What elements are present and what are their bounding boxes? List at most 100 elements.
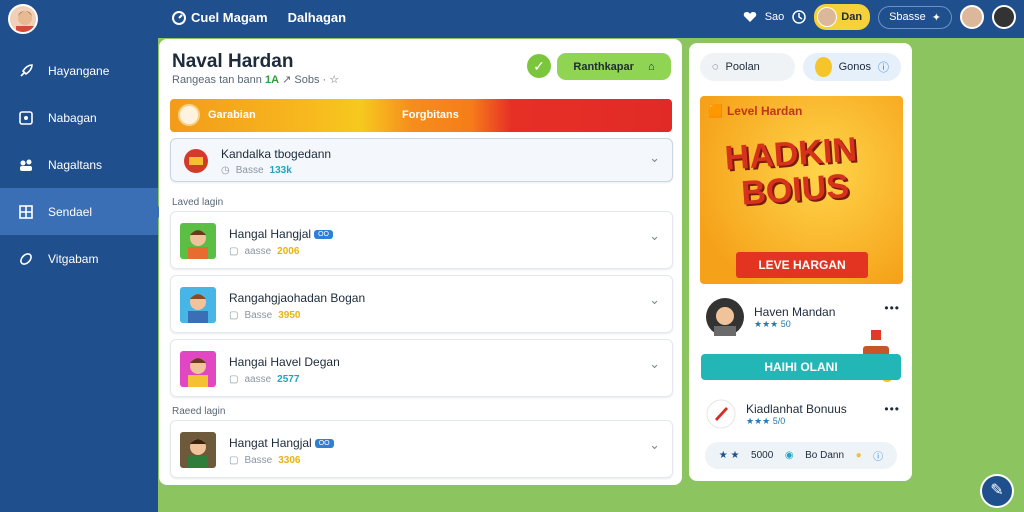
sidebar-item-hayangane[interactable]: Hayangane	[0, 47, 158, 94]
profile-avatar	[817, 7, 838, 27]
friend-avatar[interactable]	[960, 5, 984, 29]
subtitle-value: 1A	[264, 74, 280, 86]
featured-meta: ◷ Basse 133k	[221, 165, 292, 176]
promo-button[interactable]: LEVE HARGAN	[736, 252, 868, 278]
pill-label: Gonos	[838, 61, 871, 73]
floating-action-button[interactable]: ✎	[980, 474, 1014, 508]
nav-home[interactable]: Cuel Magam	[172, 10, 268, 25]
heart-icon[interactable]	[743, 10, 757, 24]
wand-icon: ✎	[990, 482, 1004, 499]
item-value: 3306	[278, 455, 301, 466]
list-item[interactable]: Hangat Hangjal OO ▢ Basse 3306 ⌄	[170, 420, 673, 478]
list-item[interactable]: Hangai Havel Degan ▢ aasse 2577 ⌄	[170, 339, 673, 397]
more-icon[interactable]: •••	[884, 402, 900, 416]
globe-icon: ◉	[784, 450, 794, 461]
featured-title: Kandalka tbogedann	[221, 147, 332, 161]
chevron-down-icon[interactable]: ⌄	[649, 228, 660, 244]
promo-title: 🟧 Level Hardan	[708, 104, 802, 118]
item-title: Hangai Havel Degan	[229, 355, 340, 369]
stats-value: 5000	[751, 450, 774, 461]
promo-big-2: BOIUS	[740, 167, 851, 213]
item-value: 2006	[277, 246, 300, 257]
ticket-icon: 🟧	[708, 104, 723, 118]
list-item[interactable]: Hangal Hangjal OO ▢ aasse 2006 ⌄	[170, 211, 673, 269]
chevron-down-icon[interactable]: ⌄	[649, 356, 660, 372]
chevron-down-icon[interactable]: ⌄	[649, 150, 660, 166]
pin-icon	[706, 399, 736, 429]
gonos-pill[interactable]: Gonos ⓘ	[803, 53, 901, 81]
nav-dalhagan[interactable]: Dalhagan	[288, 10, 347, 25]
item-meta: ▢ aasse 2006	[229, 246, 299, 257]
stats-label: Bo Dann	[805, 450, 845, 461]
banner-left-label: Garabian	[208, 109, 256, 121]
banner-center-label: Forgbitans	[402, 109, 459, 121]
item-meta-label: aasse	[244, 374, 272, 385]
user-row[interactable]: Haven Mandan ★★★ 50	[706, 298, 835, 336]
team-icon	[20, 159, 32, 171]
haihi-olani-button[interactable]: HAIHI OLANI	[701, 354, 901, 380]
sidebar-item-label: Sendael	[48, 204, 93, 219]
info-icon: ⓘ	[878, 62, 889, 74]
avatar	[706, 298, 744, 336]
sidebar-item-nabagan[interactable]: Nabagan	[0, 94, 158, 141]
sbasse-pill[interactable]: Sbasse ✦	[878, 5, 952, 29]
promo-banner[interactable]: Garabian Forgbitans	[170, 99, 672, 132]
user-name: Kiadlanhat Bonuus	[746, 401, 847, 416]
user-row[interactable]: Kiadlanhat Bonuus ★★★ 5/0	[706, 399, 847, 429]
friend-avatar-2[interactable]	[992, 5, 1016, 29]
promo-card[interactable]: 🟧 Level Hardan HADKIN BOIUS LEVE HARGAN	[700, 96, 903, 284]
calendar-icon: ▢	[229, 246, 239, 257]
avatar	[180, 287, 216, 323]
more-icon[interactable]: •••	[884, 301, 900, 315]
link-icon	[20, 252, 32, 265]
chevron-down-icon[interactable]: ⌄	[649, 292, 660, 308]
sidebar-item-label: Nagaltans	[48, 157, 103, 172]
check-icon: ✓	[533, 58, 545, 74]
poolan-pill[interactable]: ◌ Poolan	[700, 53, 795, 81]
item-title: Rangahgjaohadan Bogan	[229, 291, 366, 305]
ranthkapar-button[interactable]: Ranthkapar ⌂	[557, 53, 671, 80]
action-label: Ranthkapar	[573, 60, 634, 73]
top-bar: Cuel Magam Dalhagan Sao Dan Sbasse ✦	[0, 0, 1024, 38]
chevron-down-icon[interactable]: ⌄	[649, 437, 660, 453]
section-label: Laved lagin	[172, 197, 224, 208]
item-meta: ▢ Basse 3950	[229, 310, 301, 321]
item-meta-label: Basse	[244, 310, 273, 321]
avatar	[180, 351, 216, 387]
sidebar-item-label: Hayangane	[48, 63, 110, 78]
sidebar-item-nagaltans[interactable]: Nagaltans	[0, 141, 158, 188]
coin-label: Dan	[841, 11, 863, 23]
sidebar: Hayangane Nabagan Nagaltans Sendael Vitg…	[0, 38, 164, 512]
stars-icon: ★ ★	[718, 450, 740, 461]
sbasse-label: Sbasse	[889, 11, 926, 23]
list-item[interactable]: Rangahgjaohadan Bogan ▢ Basse 3950 ⌄	[170, 275, 673, 333]
puzzle-icon	[19, 110, 33, 125]
section-label: Raeed lagin	[172, 406, 226, 417]
item-value: 3950	[278, 310, 301, 321]
clock-icon[interactable]	[792, 10, 807, 24]
promo-title-label: Level Hardan	[726, 104, 803, 118]
page-title: Naval Hardan	[172, 51, 294, 72]
sidebar-item-label: Nabagan	[48, 110, 97, 125]
trophy-icon	[184, 149, 208, 173]
coin-pill[interactable]: Dan	[814, 4, 871, 30]
sidebar-item-sendael[interactable]: Sendael	[0, 188, 164, 235]
banner-avatar-icon	[178, 104, 200, 126]
user-rating: ★★★ 50	[754, 318, 791, 329]
pill-label: Poolan	[725, 61, 760, 73]
subtitle-prefix: Rangeas tan bann	[172, 74, 262, 86]
promo-big-text: HADKIN BOIUS	[724, 130, 861, 213]
featured-card[interactable]: Kandalka tbogedann ◷ Basse 133k ⌄	[170, 138, 673, 182]
sidebar-item-vitgabam[interactable]: Vitgabam	[0, 235, 158, 282]
confirm-button[interactable]: ✓	[527, 54, 551, 78]
calendar-icon: ▢	[229, 455, 239, 466]
rocket-icon	[20, 63, 33, 77]
info-icon: ⓘ	[873, 452, 884, 463]
subtitle-suffix: Sobs	[294, 74, 320, 86]
user-avatar[interactable]	[8, 4, 38, 34]
arrow-icon: ↗	[282, 74, 292, 86]
bookmark-icon: ⌂	[647, 60, 655, 73]
user-name: Haven Mandan	[754, 304, 836, 319]
nav-label: Cuel Magam	[191, 10, 268, 25]
gauge-icon	[172, 10, 186, 25]
